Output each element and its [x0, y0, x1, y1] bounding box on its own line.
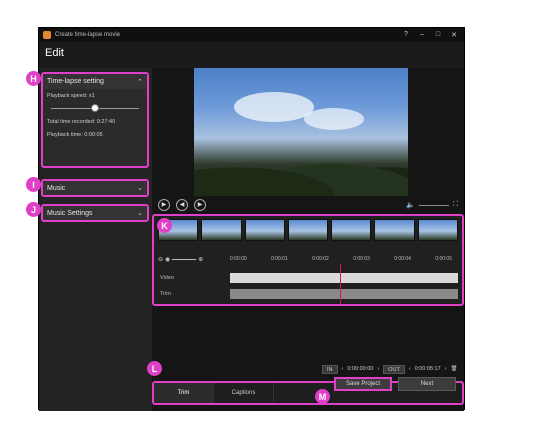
playback-bar: ▶ ◀ ▶ 🔈 ⛶: [152, 197, 464, 213]
tick-label: 0:00:02: [312, 256, 329, 262]
in-button[interactable]: IN: [322, 364, 338, 374]
speaker-icon[interactable]: 🔈: [406, 201, 415, 209]
preview-cloud: [304, 108, 364, 130]
timeline-panel: ⊖ ◉ ⊕ 0:00:00 0:00:01 0:00:02 0:00:03 0:…: [152, 214, 464, 306]
volume-slider[interactable]: [419, 204, 450, 206]
zoom-control[interactable]: ⊖ ◉ ⊕: [158, 256, 230, 263]
minimize-icon[interactable]: –: [418, 31, 426, 39]
music-panel-header[interactable]: Music ⌄: [43, 181, 147, 195]
title-bar: Create time-lapse movie ? – □ ✕: [39, 28, 464, 42]
in-out-controls: IN ‹ 0:00:00:00 › OUT ‹ 0:00:05:17 › 🗑: [322, 364, 457, 374]
chevron-up-icon[interactable]: ⌃: [137, 78, 143, 86]
timelapse-panel-label: Time-lapse setting: [47, 78, 104, 85]
forward-icon[interactable]: ▶: [194, 199, 206, 211]
in-time: 0:00:00:00: [347, 366, 374, 372]
tab-trim[interactable]: Trim: [154, 383, 214, 403]
next-out-icon[interactable]: ›: [445, 366, 447, 372]
marker-h: H: [26, 71, 41, 86]
video-track-bar[interactable]: [230, 273, 458, 283]
zoom-in-icon[interactable]: ⊕: [198, 256, 203, 263]
thumbnail[interactable]: [201, 219, 242, 241]
timeline-scale-row: ⊖ ◉ ⊕ 0:00:00 0:00:01 0:00:02 0:00:03 0:…: [158, 252, 458, 266]
timelapse-panel: Time-lapse setting ⌃ Playback speed: x1 …: [41, 72, 149, 168]
prev-in-icon[interactable]: ‹: [342, 366, 344, 372]
next-in-icon[interactable]: ›: [377, 366, 379, 372]
zoom-slider[interactable]: [172, 258, 197, 260]
rewind-icon[interactable]: ◀: [176, 199, 188, 211]
chevron-down-icon[interactable]: ⌄: [137, 209, 143, 217]
tick-label: 0:00:03: [353, 256, 370, 262]
playhead[interactable]: [340, 264, 341, 304]
play-icon[interactable]: ▶: [158, 199, 170, 211]
app-icon: [43, 31, 51, 39]
page-title: Edit: [45, 47, 64, 59]
tick-label: 0:00:00: [230, 256, 247, 262]
window-controls: ? – □ ✕: [402, 31, 464, 39]
chevron-down-icon[interactable]: ⌄: [137, 184, 143, 192]
music-settings-panel-header[interactable]: Music Settings ⌄: [43, 206, 147, 220]
thumbnail[interactable]: [331, 219, 372, 241]
video-track: Video: [158, 272, 458, 284]
preview-cloud: [234, 92, 314, 122]
next-button[interactable]: Next: [398, 377, 456, 391]
edit-window: Create time-lapse movie ? – □ ✕ Edit Tim…: [38, 27, 465, 411]
volume-control[interactable]: 🔈 ⛶: [406, 201, 458, 209]
prev-out-icon[interactable]: ‹: [409, 366, 411, 372]
sidebar: Time-lapse setting ⌃ Playback speed: x1 …: [39, 68, 152, 411]
marker-i: I: [26, 177, 41, 192]
marker-k: K: [157, 218, 172, 233]
trash-icon[interactable]: 🗑: [451, 366, 458, 372]
marker-l: L: [147, 361, 162, 376]
trim-track-label: Trim: [160, 291, 171, 297]
close-icon[interactable]: ✕: [450, 31, 458, 39]
video-preview: [194, 68, 408, 196]
tick-label: 0:00:01: [271, 256, 288, 262]
marker-j: J: [26, 202, 41, 217]
timelapse-panel-header[interactable]: Time-lapse setting ⌃: [43, 74, 147, 89]
fullscreen-icon[interactable]: ⛶: [453, 201, 458, 209]
trim-track: Trim: [158, 288, 458, 300]
window-title: Create time-lapse movie: [55, 32, 121, 38]
out-button[interactable]: OUT: [383, 364, 405, 374]
thumbnail[interactable]: [374, 219, 415, 241]
maximize-icon[interactable]: □: [434, 31, 442, 39]
music-panel[interactable]: Music ⌄: [41, 179, 149, 197]
main-area: ▶ ◀ ▶ 🔈 ⛶ ⊖ ◉ ⊕ 0:00:00 0:00:01 0:00:02 …: [152, 68, 464, 411]
save-project-button[interactable]: Save Project: [334, 377, 392, 391]
video-track-label: Video: [160, 275, 174, 281]
music-settings-panel-label: Music Settings: [47, 209, 93, 217]
marker-m: M: [315, 389, 330, 404]
playback-time: Playback time: 0:00:05: [47, 132, 103, 139]
total-time-recorded: Total time recorded: 0:27:40: [47, 119, 116, 126]
playback-speed-slider[interactable]: [51, 103, 139, 113]
thumbnail[interactable]: [287, 219, 329, 241]
slider-knob[interactable]: [91, 104, 99, 113]
preview-trees: [194, 146, 408, 196]
thumbnail[interactable]: [244, 219, 285, 241]
zoom-knob-icon[interactable]: ◉: [165, 256, 170, 263]
thumbnail[interactable]: [417, 219, 458, 241]
tick-label: 0:00:04: [394, 256, 411, 262]
thumbnail-strip[interactable]: [158, 219, 458, 243]
timeline-ruler: 0:00:00 0:00:01 0:00:02 0:00:03 0:00:04 …: [230, 256, 458, 262]
timelapse-panel-body: Playback speed: x1 Total time recorded: …: [43, 89, 147, 143]
music-panel-label: Music: [47, 184, 66, 192]
footer-buttons: Save Project Next: [334, 377, 456, 391]
tick-label: 0:00:05: [435, 256, 452, 262]
zoom-out-icon[interactable]: ⊖: [158, 256, 163, 263]
playback-speed-label: Playback speed: x1: [47, 93, 95, 99]
help-icon[interactable]: ?: [402, 31, 410, 39]
music-settings-panel[interactable]: Music Settings ⌄: [41, 204, 149, 222]
out-time: 0:00:05:17: [414, 366, 441, 372]
tab-captions[interactable]: Captions: [214, 383, 274, 403]
trim-track-bar[interactable]: [230, 289, 458, 299]
